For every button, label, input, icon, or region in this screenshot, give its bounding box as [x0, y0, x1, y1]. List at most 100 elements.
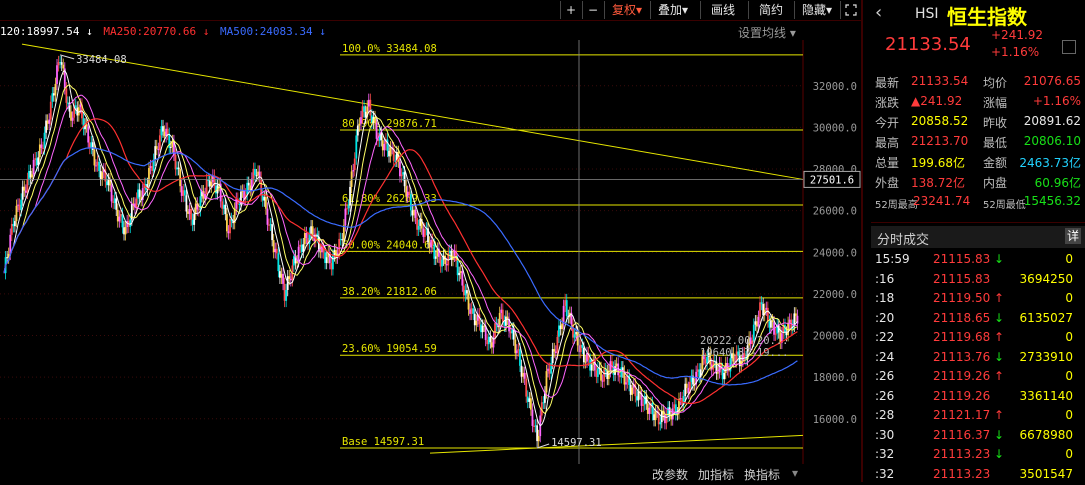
tick-arrow-icon: ↑: [994, 291, 1005, 305]
candle-body: [179, 169, 182, 187]
quote-value: 21133.54: [911, 74, 969, 88]
candle-body: [207, 179, 210, 181]
candle-body: [62, 64, 65, 69]
tick-row: :20 21118.65 ↓ 6135027: [863, 309, 1085, 329]
candle-body: [88, 142, 91, 148]
candle-body: [573, 334, 576, 338]
candle-body: [417, 225, 420, 230]
tick-price: 21113.76: [933, 349, 991, 364]
toggle-icon[interactable]: [1062, 40, 1076, 54]
candle-body: [157, 148, 160, 151]
instrument-header: ‹ HSI 恒生指数: [863, 0, 1085, 29]
change-param-button[interactable]: 改参数: [652, 466, 688, 483]
hide-button[interactable]: 隐藏▾: [794, 1, 839, 19]
quote-row: 最高 21213.70 最低 20806.10: [863, 132, 1085, 151]
y-tick-label: 26000.0: [813, 206, 857, 218]
quote-row: 总量 199.68亿 金额 2463.73亿: [863, 152, 1085, 171]
candle-body: [651, 402, 654, 415]
diejia-label: 叠加: [657, 3, 682, 17]
candle-body: [469, 309, 471, 314]
candle-body: [637, 391, 640, 401]
candle-body: [162, 126, 164, 132]
candle-body: [257, 171, 259, 176]
candle-body: [24, 190, 27, 193]
candle-body: [559, 325, 562, 330]
candle-body: [422, 228, 425, 237]
candle-body: [360, 117, 362, 124]
candle-body: [607, 371, 610, 379]
instrument-name: 恒生指数: [947, 5, 1027, 29]
candle-body: [9, 234, 12, 254]
candle-body: [353, 158, 356, 171]
tick-row: :24 21113.76 ↓ 2733910: [863, 348, 1085, 368]
ma-settings-button[interactable]: 设置均线 ▾: [738, 24, 796, 41]
candle-body: [14, 221, 16, 227]
quote-value: 60.96亿: [1034, 176, 1081, 190]
simple-mode-button[interactable]: 简约: [748, 1, 793, 19]
tick-volume: 6135027: [1019, 310, 1073, 325]
quote-value: +1.16%: [1032, 94, 1081, 108]
candle-body: [473, 313, 476, 326]
change-indicator-button[interactable]: 换指标: [744, 466, 780, 483]
candle-body: [297, 246, 300, 262]
candle-body: [400, 174, 403, 177]
candle-body: [586, 353, 588, 362]
candle-body: [519, 349, 521, 366]
detail-button[interactable]: 详: [1065, 228, 1081, 244]
candle-body: [718, 363, 721, 373]
candle-body: [48, 119, 51, 124]
candle-body: [227, 231, 230, 234]
candle-body: [148, 168, 150, 185]
tick-row: :18 21119.50 ↑ 0: [863, 289, 1085, 309]
candle-body: [430, 239, 433, 248]
candle-body: [124, 227, 127, 235]
candle-body: [120, 214, 122, 217]
chevron-down-icon[interactable]: ▾: [792, 466, 798, 480]
candle-body: [99, 170, 102, 180]
candle-body: [487, 336, 490, 345]
candle-body: [794, 313, 797, 316]
candle-body: [489, 336, 492, 343]
candle-body: [188, 208, 191, 214]
draw-line-button[interactable]: 画线: [700, 1, 745, 19]
tick-arrow-icon: ↓: [994, 252, 1005, 266]
zoom-in-button[interactable]: +: [560, 1, 581, 19]
tick-time: :28: [875, 408, 895, 422]
fib-label: 23.60% 19054.59: [342, 343, 437, 355]
candle-body: [135, 198, 138, 208]
candle-body: [558, 325, 560, 337]
candle-body: [193, 213, 196, 225]
candle-body: [498, 312, 501, 328]
candle-body: [367, 99, 370, 107]
quote-value: 23241.74: [913, 194, 971, 208]
candle-body: [330, 263, 333, 270]
candle-body: [525, 378, 528, 397]
ma-20-line: [3, 94, 798, 414]
kline-chart[interactable]: 32000.030000.028000.026000.024000.022000…: [0, 40, 861, 464]
candle-body: [289, 278, 292, 281]
tick-row: :22 21119.68 ↑ 0: [863, 328, 1085, 348]
candle-body: [87, 126, 90, 143]
tick-price: 21115.83: [933, 271, 991, 286]
expand-icon[interactable]: [840, 1, 861, 19]
tick-volume: 2733910: [1019, 349, 1073, 364]
candle-body: [464, 290, 467, 296]
scroll-left-icon[interactable]: ‹: [875, 2, 882, 23]
quote-value: 15456.32: [1023, 194, 1081, 208]
fuquan-button[interactable]: 复权▾: [604, 1, 649, 19]
trend-line: [21, 43, 804, 180]
candle-body: [176, 167, 178, 170]
candle-body: [590, 364, 593, 371]
diejia-button[interactable]: 叠加▾: [650, 1, 695, 19]
candle-body: [766, 307, 769, 322]
candle-body: [29, 170, 32, 178]
last-price: 21133.54: [885, 34, 971, 55]
tick-price: 21115.83: [933, 252, 991, 266]
candle-body: [383, 143, 386, 151]
tick-row: 15:59 21115.83 ↓ 0: [863, 250, 1085, 270]
add-indicator-button[interactable]: 加指标: [698, 466, 734, 483]
candle-body: [293, 256, 295, 266]
candle-body: [79, 104, 82, 108]
tick-list[interactable]: 15:59 21115.83 ↓ 0:16 21115.83 3694250:18 2111…: [863, 250, 1085, 482]
zoom-out-button[interactable]: −: [582, 1, 603, 19]
